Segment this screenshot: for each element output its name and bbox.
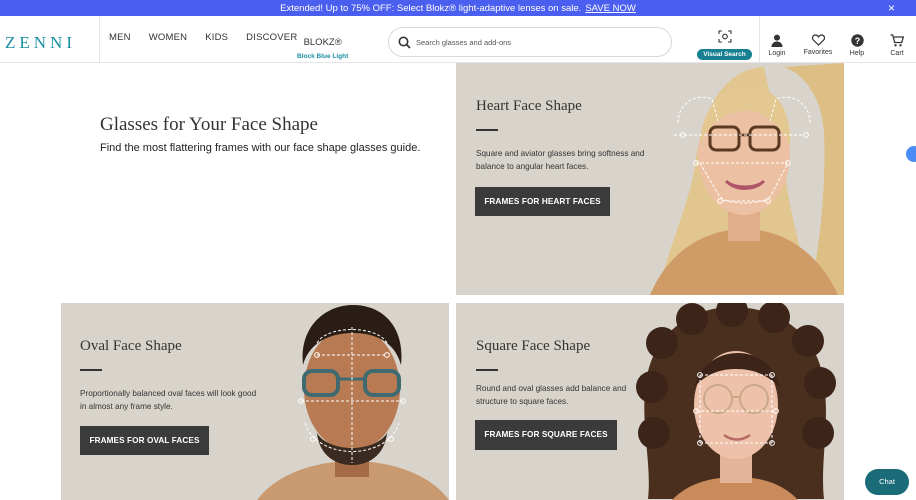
chat-button[interactable]: Chat: [865, 469, 909, 495]
oval-face-card: Oval Face Shape Proportionally balanced …: [61, 303, 449, 500]
oval-face-model-photo: [257, 305, 449, 500]
login-button[interactable]: Login: [758, 34, 796, 57]
search-bar[interactable]: [388, 27, 672, 57]
nav-discover[interactable]: DISCOVER: [246, 32, 297, 43]
page-subtitle: Find the most flattering frames with our…: [100, 142, 421, 154]
heart-face-card: Heart Face Shape Square and aviator glas…: [456, 63, 844, 295]
favorites-button[interactable]: Favorites: [799, 34, 837, 56]
user-icon: [771, 34, 783, 47]
card-description: Proportionally balanced oval faces will …: [80, 389, 257, 411]
frames-for-oval-faces-button[interactable]: FRAMES FOR OVAL FACES: [80, 426, 209, 455]
square-face-model-photo: [636, 303, 836, 500]
card-description: Round and oval glasses add balance and s…: [476, 384, 627, 406]
zenni-logo[interactable]: ZENNI: [5, 33, 76, 53]
frames-for-heart-faces-button[interactable]: FRAMES FOR HEART FACES: [475, 187, 610, 216]
close-icon[interactable]: ×: [888, 0, 895, 16]
button-label: FRAMES FOR HEART FACES: [484, 197, 601, 206]
cart-label: Cart: [890, 50, 904, 57]
save-now-link[interactable]: SAVE NOW: [585, 3, 636, 14]
svg-text:?: ?: [854, 36, 860, 46]
card-title: Oval Face Shape: [80, 338, 182, 354]
login-label: Login: [768, 50, 786, 57]
help-icon: ?: [850, 34, 864, 47]
help-label: Help: [849, 50, 865, 57]
visual-search-label: Visual Search: [697, 49, 752, 60]
visual-search[interactable]: Visual Search: [697, 30, 752, 61]
title-rule: [80, 369, 102, 371]
nav-kids[interactable]: KIDS: [205, 32, 228, 43]
title-rule: [476, 129, 498, 131]
square-face-card: Square Face Shape Round and oval glasses…: [456, 303, 844, 500]
promo-text: Extended! Up to 75% OFF: Select Blokz® l…: [280, 2, 582, 14]
search-input[interactable]: [416, 37, 656, 47]
heart-icon: [811, 34, 825, 46]
nav-men[interactable]: MEN: [109, 32, 131, 43]
favorites-label: Favorites: [803, 49, 833, 56]
search-icon: [398, 36, 411, 49]
nav-blokz-label: BLOKZ®: [303, 37, 342, 48]
heart-face-model-photo: [650, 63, 844, 295]
button-label: FRAMES FOR SQUARE FACES: [484, 430, 608, 439]
main-nav: MEN WOMEN KIDS DISCOVER: [109, 32, 315, 43]
promo-banner: Extended! Up to 75% OFF: Select Blokz® l…: [0, 0, 916, 16]
card-title: Square Face Shape: [476, 338, 591, 354]
card-title: Heart Face Shape: [476, 98, 582, 114]
translate-widget-icon[interactable]: [906, 146, 916, 162]
cart-icon: [890, 34, 904, 47]
button-label: FRAMES FOR OVAL FACES: [89, 436, 200, 445]
help-button[interactable]: ? Help: [838, 34, 876, 57]
frames-for-square-faces-button[interactable]: FRAMES FOR SQUARE FACES: [475, 420, 617, 450]
page-title: Glasses for Your Face Shape: [100, 114, 318, 135]
divider: [99, 16, 100, 62]
site-header: ZENNI MEN WOMEN KIDS DISCOVER BLOKZ® Blo…: [0, 16, 916, 63]
camera-scan-icon: [717, 30, 732, 43]
nav-blokz-sub: Block Blue Light: [297, 53, 349, 60]
nav-women[interactable]: WOMEN: [149, 32, 187, 43]
nav-blokz[interactable]: BLOKZ® Block Blue Light: [297, 32, 348, 60]
title-rule: [476, 369, 498, 371]
cart-button[interactable]: Cart: [878, 34, 916, 57]
